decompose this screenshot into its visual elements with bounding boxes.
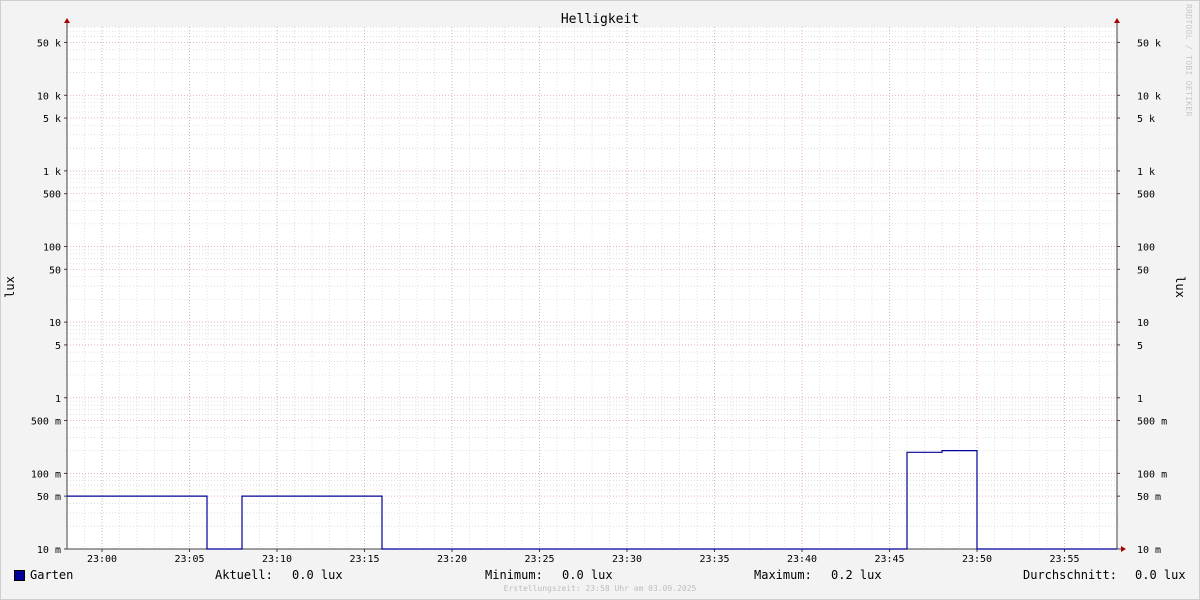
y-tick-label-left: 5 k <box>43 114 61 125</box>
x-tick-label: 23:15 <box>349 554 379 565</box>
y-tick-label-right: 50 m <box>1137 492 1161 503</box>
x-tick-label: 23:45 <box>874 554 904 565</box>
legend-series-name: Garten <box>30 568 74 582</box>
legend-avg-label: Durchschnitt: <box>1023 568 1117 582</box>
y-tick-label-left: 1 k <box>43 167 61 178</box>
y-tick-label-right: 5 <box>1137 341 1143 352</box>
legend-min-value: 0.0 lux <box>562 568 613 582</box>
y-axis-label-left: lux <box>3 276 17 298</box>
y-tick-label-left: 1 <box>55 394 61 405</box>
legend-max-value: 0.2 lux <box>831 568 882 582</box>
y-tick-label-right: 100 m <box>1137 469 1167 480</box>
creation-time-footer: Erstellungszeit: 23:58 Uhr am 03.09.2025 <box>503 584 697 593</box>
x-tick-label: 23:10 <box>262 554 292 565</box>
y-axis-label-right: lux <box>1173 276 1187 298</box>
y-tick-label-left: 100 <box>43 243 61 254</box>
rrdtool-watermark: RRDTOOL / TOBI OETIKER <box>1184 4 1193 117</box>
legend-current-label: Aktuell: <box>215 568 273 582</box>
y-tick-label-right: 500 m <box>1137 417 1167 428</box>
y-tick-label-left: 50 k <box>37 38 61 49</box>
x-tick-label: 23:55 <box>1049 554 1079 565</box>
x-tick-label: 23:20 <box>437 554 467 565</box>
x-tick-label: 23:05 <box>174 554 204 565</box>
y-tick-label-right: 100 <box>1137 243 1155 254</box>
y-tick-label-right: 10 k <box>1137 91 1161 102</box>
y-tick-label-right: 1 <box>1137 394 1143 405</box>
y-tick-label-left: 10 k <box>37 91 61 102</box>
y-tick-label-left: 10 m <box>37 545 61 556</box>
y-tick-label-left: 500 m <box>31 417 61 428</box>
y-tick-label-left: 10 <box>49 318 61 329</box>
y-axis-arrow-left <box>64 18 70 23</box>
chart-title: Helligkeit <box>561 12 639 27</box>
y-tick-label-right: 5 k <box>1137 114 1155 125</box>
legend-swatch-garten <box>14 570 25 581</box>
x-tick-label: 23:40 <box>787 554 817 565</box>
y-tick-label-left: 5 <box>55 341 61 352</box>
x-tick-label: 23:35 <box>699 554 729 565</box>
x-tick-label: 23:00 <box>87 554 117 565</box>
y-tick-label-right: 10 m <box>1137 545 1161 556</box>
y-tick-label-left: 500 <box>43 190 61 201</box>
x-axis-arrow <box>1121 546 1126 552</box>
legend-current-value: 0.0 lux <box>292 568 343 582</box>
chart-svg: Helligkeit lux lux 23:00 23:05 23:10 23:15 2… <box>3 12 1187 565</box>
y-tick-label-right: 50 <box>1137 265 1149 276</box>
x-tick-label: 23:50 <box>962 554 992 565</box>
y-tick-label-left: 50 m <box>37 492 61 503</box>
y-axis-arrow-right <box>1114 18 1120 23</box>
x-tick-label: 23:25 <box>524 554 554 565</box>
y-tick-label-left: 50 <box>49 265 61 276</box>
y-tick-label-right: 50 k <box>1137 38 1161 49</box>
legend-min-label: Minimum: <box>485 568 543 582</box>
x-tick-label: 23:30 <box>612 554 642 565</box>
y-tick-label-right: 500 <box>1137 190 1155 201</box>
y-tick-label-left: 100 m <box>31 469 61 480</box>
y-tick-label-right: 1 k <box>1137 167 1155 178</box>
legend-max-label: Maximum: <box>754 568 812 582</box>
y-tick-label-right: 10 <box>1137 318 1149 329</box>
legend-avg-value: 0.0 lux <box>1135 568 1186 582</box>
